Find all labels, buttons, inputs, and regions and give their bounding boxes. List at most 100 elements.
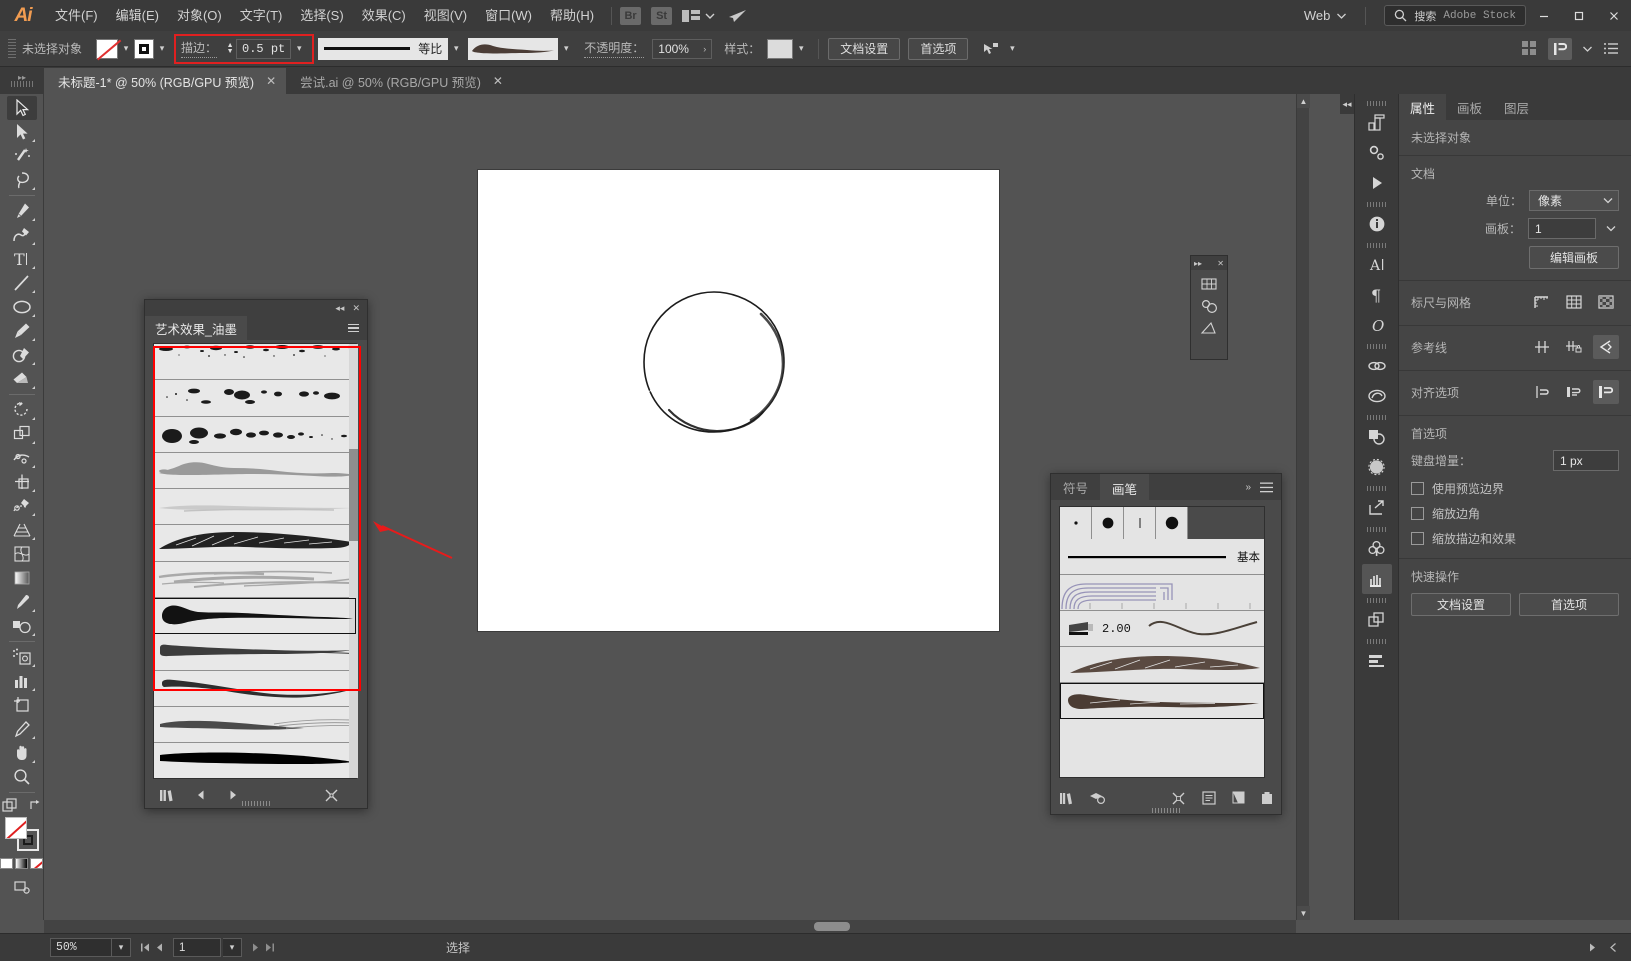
preferences-button[interactable]: 首选项 (908, 37, 969, 60)
paragraph-icon[interactable]: ¶ (1362, 280, 1392, 310)
artboard-chevron-down-icon[interactable] (1603, 218, 1619, 239)
menu-type[interactable]: 文字(T) (231, 0, 292, 31)
grid-layout-icon[interactable] (1522, 40, 1538, 57)
menu-effect[interactable]: 效果(C) (353, 0, 415, 31)
tab-bar-grip[interactable]: ▸▸ (0, 67, 44, 94)
checkbox-use-preview-bounds[interactable]: 使用预览边界 (1411, 480, 1619, 497)
symbol-sprayer-tool[interactable] (7, 645, 37, 669)
brush-dot-large[interactable] (1156, 507, 1188, 539)
brush-library-item[interactable] (154, 453, 356, 490)
align-icon[interactable] (1362, 646, 1392, 676)
stroke-profile-preview[interactable]: 等比 (318, 37, 449, 60)
zoom-level-input[interactable]: 50% (50, 938, 112, 957)
creative-cloud-icon[interactable] (1362, 381, 1392, 411)
status-resize-icon[interactable] (1608, 942, 1619, 953)
mini-panel-header[interactable]: ▸▸ ✕ (1191, 256, 1227, 270)
brush-library-list[interactable] (153, 343, 357, 779)
brush-library-panel[interactable]: ◂◂ ✕ 艺术效果_油墨 (144, 299, 368, 809)
eyedropper-tool[interactable] (7, 590, 37, 614)
layers-icon[interactable] (1362, 605, 1392, 635)
info-icon[interactable] (1362, 209, 1392, 239)
hand-tool[interactable] (7, 741, 37, 765)
panel-menu-icon[interactable] (1260, 482, 1273, 493)
status-next-icon[interactable] (1587, 942, 1598, 953)
appearance-icon[interactable] (1362, 452, 1392, 482)
transparency-icon[interactable] (1362, 422, 1392, 452)
align-to-key-object-icon[interactable] (1561, 380, 1587, 404)
stroke-weight-input[interactable]: 0.5 pt (236, 38, 292, 59)
artboard-chevron-down-icon[interactable]: ▾ (223, 938, 242, 957)
checkbox-box[interactable] (1411, 532, 1424, 545)
brush-library-item[interactable] (154, 380, 356, 417)
quick-preferences-button[interactable]: 首选项 (1519, 593, 1619, 616)
new-brush-icon[interactable] (1232, 791, 1245, 806)
maximize-button[interactable] (1561, 0, 1596, 31)
delete-brush-icon[interactable] (1261, 791, 1273, 806)
brush-chevron-down-icon[interactable]: ▾ (558, 39, 574, 59)
library-tab[interactable]: 艺术效果_油墨 (145, 316, 247, 340)
perspective-grid-tool[interactable] (7, 518, 37, 542)
slice-tool[interactable] (7, 717, 37, 741)
rail-group-grip[interactable] (1366, 527, 1387, 532)
lasso-tool[interactable] (7, 168, 37, 192)
align-to-artboard-icon[interactable] (1593, 380, 1619, 404)
show-transparency-grid-icon[interactable] (1593, 290, 1619, 314)
character-icon[interactable]: A (1362, 250, 1392, 280)
checkbox-scale-strokes-effects[interactable]: 缩放描边和效果 (1411, 530, 1619, 547)
rail-group-grip[interactable] (1366, 243, 1387, 248)
close-button[interactable] (1596, 0, 1631, 31)
brush-library-item[interactable] (154, 743, 356, 778)
close-icon[interactable]: ✕ (493, 74, 503, 88)
rail-group-grip[interactable] (1366, 344, 1387, 349)
show-rulers-icon[interactable] (1529, 290, 1555, 314)
rotate-tool[interactable] (7, 398, 37, 422)
links-icon[interactable] (1362, 351, 1392, 381)
panel-menu-icon[interactable] (1603, 42, 1619, 55)
next-artboard-icon[interactable] (250, 942, 261, 953)
arrange-chevron-down-icon[interactable] (704, 0, 716, 31)
edit-artboards-button[interactable]: 编辑画板 (1529, 246, 1619, 269)
shaper-tool[interactable] (7, 343, 37, 367)
mini-tools-panel[interactable]: ▸▸ ✕ (1190, 255, 1228, 360)
export-icon[interactable] (1362, 493, 1392, 523)
zoom-chevron-down-icon[interactable]: ▾ (112, 938, 131, 957)
lock-guides-icon[interactable] (1561, 335, 1587, 359)
paintbrush-tool[interactable] (7, 319, 37, 343)
magic-wand-tool[interactable] (7, 144, 37, 168)
status-mode-label[interactable]: 选择 (446, 939, 470, 956)
last-artboard-icon[interactable] (263, 942, 276, 953)
menu-object[interactable]: 对象(O) (168, 0, 231, 31)
free-transform-tool[interactable] (7, 470, 37, 494)
brush-dot-small[interactable] (1060, 507, 1092, 539)
align-to-selection-icon[interactable] (1529, 380, 1555, 404)
width-tool[interactable] (7, 446, 37, 470)
previous-library-icon[interactable] (195, 789, 207, 801)
artboard-number-input[interactable]: 1 (173, 938, 221, 957)
canvas-vertical-scrollbar[interactable]: ▲ ▼ (1296, 94, 1310, 920)
brush-dot-thin[interactable] (1124, 507, 1156, 539)
brush-library-item[interactable] (154, 562, 356, 599)
remove-brush-stroke-icon[interactable] (1171, 791, 1186, 806)
show-grid-icon[interactable] (1561, 290, 1587, 314)
library-scrollbar[interactable] (349, 344, 358, 778)
stock-search-input[interactable]: 搜索 Adobe Stock (1384, 5, 1526, 26)
mesh-tool[interactable] (7, 542, 37, 566)
artboard-tool[interactable] (7, 693, 37, 717)
zoom-tool[interactable] (7, 765, 37, 789)
line-segment-tool[interactable] (7, 271, 37, 295)
collapse-icon[interactable]: » (1245, 482, 1251, 493)
stroke-chevron-down-icon[interactable]: ▾ (154, 39, 170, 59)
quick-document-setup-button[interactable]: 文档设置 (1411, 593, 1511, 616)
first-artboard-icon[interactable] (139, 942, 152, 953)
brush-library-item[interactable] (154, 344, 356, 381)
brush-library-item[interactable] (154, 707, 356, 744)
shape-builder-tool[interactable] (7, 494, 37, 518)
brushes-icon[interactable] (1361, 564, 1392, 594)
brush-library-item[interactable] (154, 634, 356, 671)
tab-layers[interactable]: 图层 (1493, 94, 1540, 120)
next-library-icon[interactable] (227, 789, 239, 801)
persistent-library-icon[interactable] (324, 788, 367, 803)
libraries-panel-icon[interactable] (1089, 791, 1107, 805)
stroke-weight-chevron-down-icon[interactable]: ▾ (291, 39, 307, 59)
brush-library-item[interactable] (154, 525, 356, 562)
